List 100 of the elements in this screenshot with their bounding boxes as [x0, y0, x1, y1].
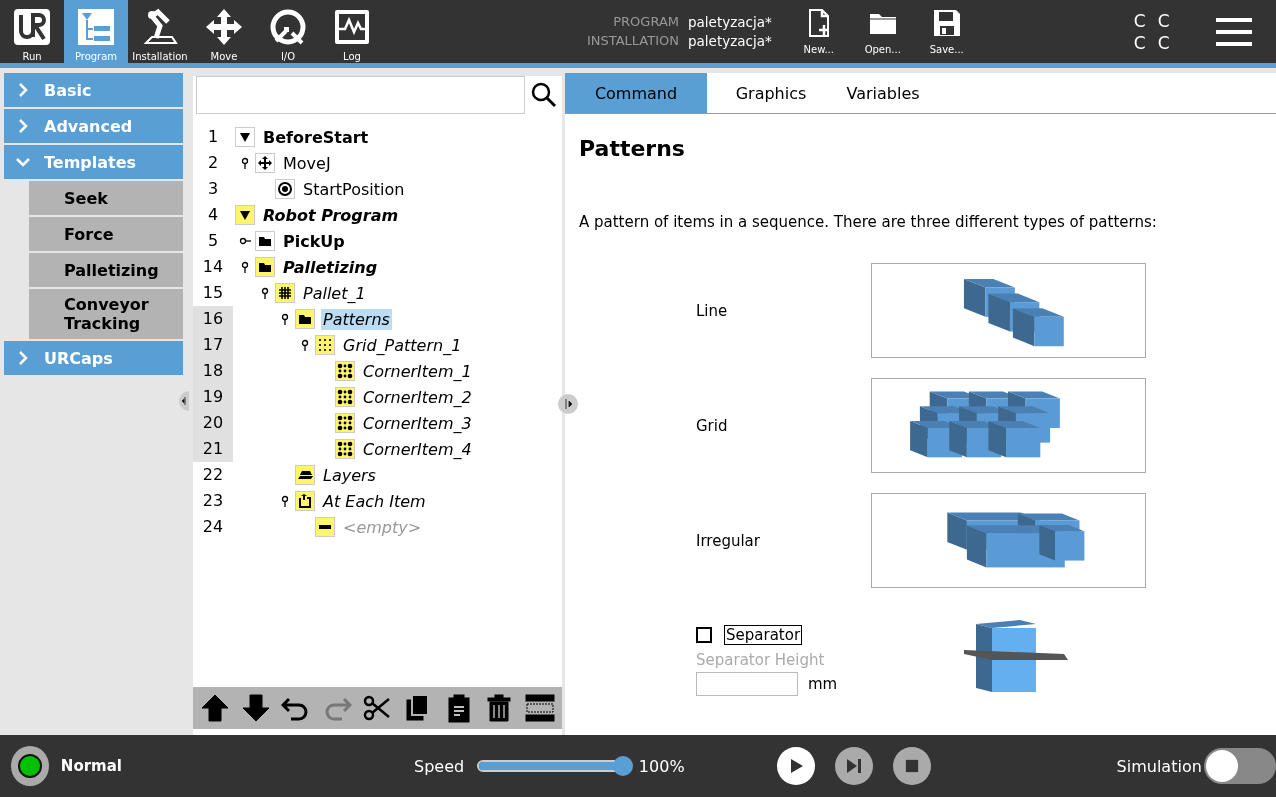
file-button[interactable]: Open... [855, 1, 910, 62]
line-number: 21 [193, 436, 233, 462]
tree-node[interactable]: PickUp [281, 230, 347, 252]
play-button[interactable] [776, 747, 815, 785]
separator-checkbox[interactable] [696, 626, 712, 643]
nav-tab[interactable]: Run [0, 0, 64, 63]
simulation-label: Simulation [1116, 756, 1202, 776]
speed-label: Speed [414, 756, 465, 776]
file-kind-label: INSTALLATION [585, 33, 679, 49]
stop-icon [904, 759, 919, 773]
dots-icon [335, 361, 355, 381]
line-number: 16 [193, 306, 233, 332]
nav-tab[interactable]: I/O [256, 0, 320, 63]
down-arrow-icon[interactable] [240, 693, 271, 723]
tree-node[interactable]: Layers [321, 464, 378, 486]
tab[interactable]: Command [565, 73, 707, 113]
pattern-preview[interactable] [871, 263, 1146, 358]
move-arrows-icon [204, 7, 244, 47]
file-kind-label: PROGRAM [612, 14, 679, 30]
line-number: 20 [193, 410, 233, 436]
tree-node[interactable]: CornerItem_1 [361, 360, 474, 382]
tree-node[interactable]: StartPosition [301, 178, 407, 200]
search-icon[interactable] [531, 82, 557, 108]
dots-icon [335, 439, 355, 459]
move-arrows-icon [255, 153, 275, 173]
file-name: paletyzacja* [688, 33, 772, 49]
dash-icon [315, 517, 335, 537]
line-number: 19 [193, 384, 233, 410]
status-letter: C [1157, 10, 1171, 31]
pattern-label: Grid [696, 416, 729, 435]
field-label: Separator Height [696, 650, 826, 669]
folder-icon [295, 309, 315, 329]
menu-icon[interactable] [1215, 16, 1252, 47]
tree-node[interactable]: Grid_Pattern_1 [341, 334, 464, 356]
expander-pin-icon[interactable] [239, 157, 251, 169]
folder-icon [255, 257, 275, 277]
io-icon [268, 7, 308, 47]
search-field[interactable] [196, 76, 525, 114]
status-indicator [11, 746, 49, 786]
tree-node[interactable]: Robot Program [261, 204, 401, 226]
tree-node[interactable]: BeforeStart [261, 126, 371, 148]
status-letter: C [1157, 32, 1171, 53]
file-name: paletyzacja* [688, 14, 772, 30]
pattern-label: Line [696, 301, 729, 320]
step-icon [845, 758, 862, 774]
checkbox-label[interactable]: Separator [724, 624, 803, 645]
speed-reading: 100% [638, 756, 685, 776]
sidebar-subitem[interactable]: Conveyor Tracking [29, 289, 183, 339]
layers-icon [295, 465, 315, 485]
tree-node[interactable]: CornerItem_3 [361, 412, 474, 434]
tree-node[interactable]: Pallet_1 [301, 282, 368, 304]
save-icon [931, 8, 962, 38]
expander-pin-icon[interactable] [239, 235, 251, 247]
command-title: Patterns [579, 136, 686, 161]
unit-label: mm [808, 674, 838, 693]
status-text: Normal [60, 757, 122, 775]
pattern-label: Irregular [696, 531, 761, 550]
nav-tab[interactable]: Log [320, 0, 384, 63]
expander-pin-icon[interactable] [279, 313, 291, 325]
line-number: 17 [193, 332, 233, 358]
tree-node[interactable]: MoveJ [281, 152, 333, 174]
tree-node[interactable]: Patterns [321, 308, 392, 330]
chart-icon [332, 7, 372, 47]
collapse-handle-icon[interactable] [179, 391, 189, 411]
file-button[interactable]: New... [791, 1, 846, 62]
line-number: 18 [193, 358, 233, 384]
sidebar-subitem[interactable]: Seek [29, 181, 183, 215]
program-tree-icon [76, 7, 116, 47]
dots-icon [335, 413, 355, 433]
expander-pin-icon[interactable] [259, 287, 271, 299]
simulation-toggle[interactable] [1203, 748, 1276, 784]
expander-pin-icon[interactable] [279, 495, 291, 507]
pattern-preview[interactable] [871, 493, 1146, 588]
stop-button[interactable] [892, 747, 931, 785]
step-button[interactable] [834, 747, 873, 785]
tree-node[interactable]: CornerItem_4 [361, 438, 474, 460]
hash-grid-icon [275, 283, 295, 303]
nav-tab[interactable]: Move [192, 0, 256, 63]
suppress-icon[interactable] [524, 693, 555, 723]
nav-tab[interactable]: Installation [128, 0, 192, 63]
collapse-handle-icon[interactable] [558, 394, 578, 414]
description: A pattern of items in a sequence. There are three different types of patterns: [579, 213, 1158, 231]
expander-pin-icon[interactable] [299, 339, 311, 351]
file-button[interactable]: Save... [919, 1, 974, 62]
status-letter: C [1133, 32, 1147, 53]
up-arrow-icon[interactable] [200, 693, 231, 723]
tree-node[interactable]: CornerItem_2 [361, 386, 474, 408]
sidebar-subitem[interactable]: Force [29, 217, 183, 251]
logo-icon [12, 7, 52, 47]
tree-node[interactable]: Palletizing [281, 256, 380, 278]
dot-grid-icon [315, 335, 335, 355]
dots-icon [335, 387, 355, 407]
tree-node[interactable]: At Each Item [321, 490, 428, 512]
pattern-preview[interactable] [871, 378, 1146, 473]
expander-pin-icon[interactable] [239, 261, 251, 273]
sidebar-subitem[interactable]: Palletizing [29, 253, 183, 287]
folder-icon [255, 231, 275, 251]
input-field[interactable] [696, 671, 798, 696]
status-letter: C [1133, 10, 1147, 31]
waypoint-icon [275, 179, 295, 199]
